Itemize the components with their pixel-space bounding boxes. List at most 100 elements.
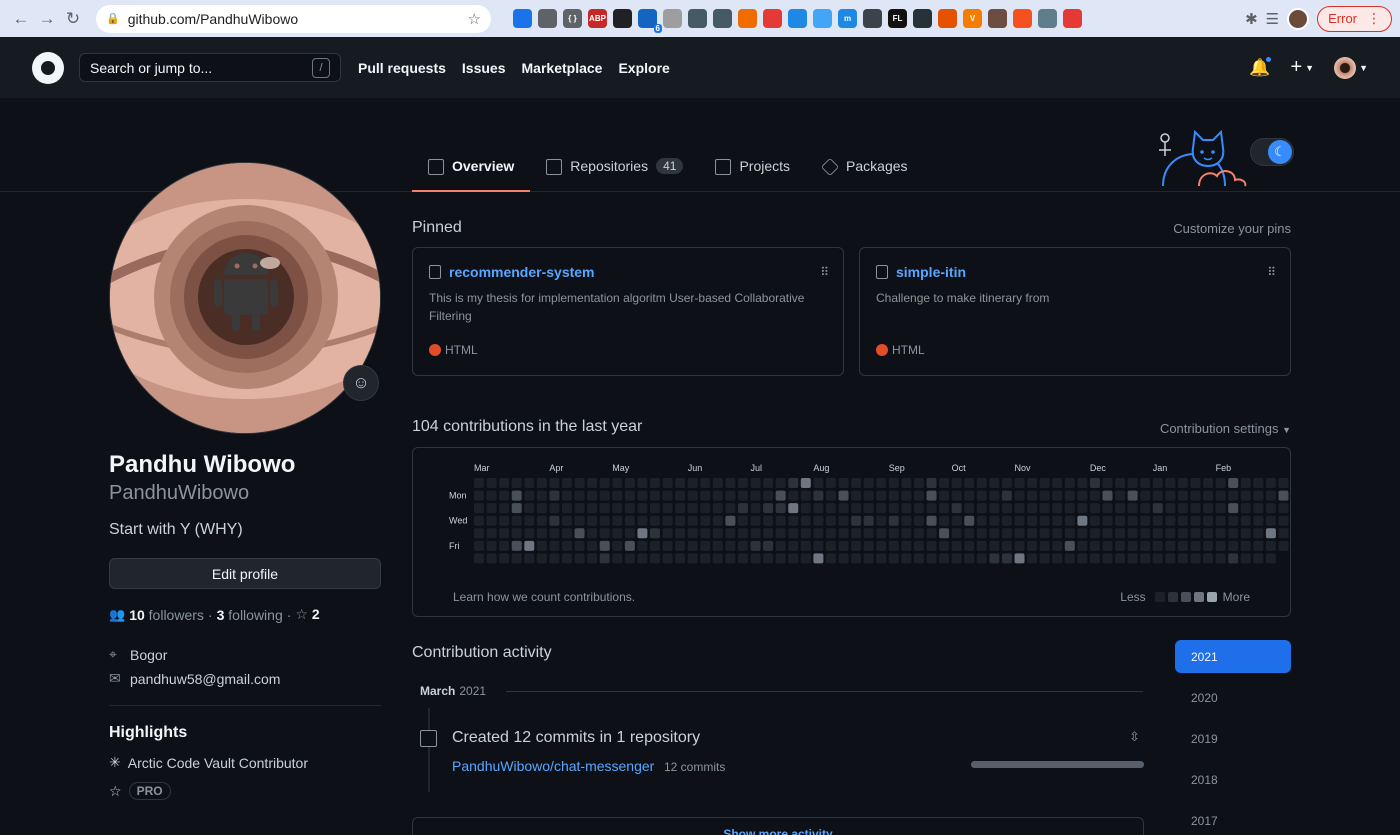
contribution-day[interactable]	[775, 528, 786, 539]
reading-list-icon[interactable]: ☰	[1266, 10, 1279, 28]
contribution-day[interactable]	[863, 503, 874, 514]
contribution-day[interactable]	[1265, 490, 1276, 501]
contribution-day[interactable]	[1228, 515, 1239, 526]
contribution-day[interactable]	[1127, 515, 1138, 526]
forward-icon[interactable]: →	[34, 6, 60, 32]
crop-extension-icon[interactable]	[688, 9, 707, 28]
contribution-day[interactable]	[964, 515, 975, 526]
contribution-day[interactable]	[549, 515, 560, 526]
contribution-day[interactable]	[637, 528, 648, 539]
contribution-day[interactable]	[1203, 490, 1214, 501]
contribution-day[interactable]	[788, 528, 799, 539]
contribution-day[interactable]	[561, 540, 572, 551]
contribution-day[interactable]	[624, 490, 635, 501]
contribution-day[interactable]	[1115, 528, 1126, 539]
contribution-day[interactable]	[1215, 528, 1226, 539]
contribution-day[interactable]	[901, 490, 912, 501]
contribution-day[interactable]	[800, 490, 811, 501]
contribution-day[interactable]	[737, 553, 748, 564]
contribution-day[interactable]	[687, 478, 698, 488]
contribution-day[interactable]	[775, 478, 786, 488]
contribution-day[interactable]	[1039, 490, 1050, 501]
contribution-day[interactable]	[1039, 540, 1050, 551]
video-extension-icon[interactable]	[1063, 9, 1082, 28]
year-2018[interactable]: 2018	[1175, 763, 1291, 796]
contribution-day[interactable]	[561, 478, 572, 488]
contribution-day[interactable]	[1228, 490, 1239, 501]
contribution-day[interactable]	[1052, 515, 1063, 526]
contribution-day[interactable]	[574, 528, 585, 539]
header-nav-issues[interactable]: Issues	[462, 60, 506, 76]
contribution-day[interactable]	[1215, 515, 1226, 526]
contribution-day[interactable]	[624, 528, 635, 539]
contribution-day[interactable]	[1152, 478, 1163, 488]
contribution-day[interactable]	[750, 503, 761, 514]
contribution-day[interactable]	[1127, 553, 1138, 564]
contribution-day[interactable]	[587, 528, 598, 539]
contribution-day[interactable]	[1253, 478, 1264, 488]
contribution-day[interactable]	[725, 490, 736, 501]
contribution-day[interactable]	[1265, 553, 1276, 564]
contribution-day[interactable]	[838, 528, 849, 539]
circle-extension-icon[interactable]	[613, 9, 632, 28]
contribution-day[interactable]	[989, 503, 1000, 514]
contribution-day[interactable]	[725, 528, 736, 539]
contribution-day[interactable]	[1014, 540, 1025, 551]
contribution-day[interactable]	[700, 478, 711, 488]
dots-extension-icon[interactable]	[913, 9, 932, 28]
contribution-day[interactable]	[599, 515, 610, 526]
github-logo-icon[interactable]	[32, 51, 64, 84]
contribution-day[interactable]	[1115, 503, 1126, 514]
contribution-day[interactable]	[876, 540, 887, 551]
contribution-day[interactable]	[1253, 490, 1264, 501]
contribution-day[interactable]	[474, 540, 484, 551]
contribution-day[interactable]	[549, 490, 560, 501]
contribution-day[interactable]	[939, 490, 950, 501]
contribution-day[interactable]	[1165, 528, 1176, 539]
contribution-day[interactable]	[474, 528, 484, 539]
contribution-day[interactable]	[561, 515, 572, 526]
orange-extension-icon[interactable]	[1013, 9, 1032, 28]
contribution-day[interactable]	[964, 540, 975, 551]
contribution-day[interactable]	[712, 540, 723, 551]
contribution-day[interactable]	[1089, 528, 1100, 539]
contribution-day[interactable]	[800, 503, 811, 514]
contribution-day[interactable]	[549, 553, 560, 564]
contribution-day[interactable]	[1052, 503, 1063, 514]
contribution-day[interactable]	[687, 515, 698, 526]
contribution-day[interactable]	[1077, 490, 1088, 501]
contribution-day[interactable]	[1077, 553, 1088, 564]
contribution-day[interactable]	[1253, 515, 1264, 526]
contribution-day[interactable]	[1215, 490, 1226, 501]
contribution-day[interactable]	[964, 478, 975, 488]
contribution-day[interactable]	[675, 503, 686, 514]
contribution-day[interactable]	[1001, 515, 1012, 526]
customize-pins-link[interactable]: Customize your pins	[1173, 221, 1291, 236]
contribution-day[interactable]	[1014, 503, 1025, 514]
contribution-day[interactable]	[599, 553, 610, 564]
contribution-day[interactable]	[775, 503, 786, 514]
contribution-day[interactable]	[1215, 540, 1226, 551]
contribution-day[interactable]	[989, 528, 1000, 539]
contribution-day[interactable]	[1265, 540, 1276, 551]
contribution-day[interactable]	[1102, 490, 1113, 501]
contribution-day[interactable]	[675, 540, 686, 551]
contribution-day[interactable]	[725, 553, 736, 564]
contribution-day[interactable]	[1253, 528, 1264, 539]
contribution-day[interactable]	[624, 478, 635, 488]
contribution-day[interactable]	[813, 478, 824, 488]
contribution-day[interactable]	[612, 540, 623, 551]
contribution-day[interactable]	[499, 490, 510, 501]
contribution-day[interactable]	[675, 490, 686, 501]
v-extension-icon[interactable]: V	[963, 9, 982, 28]
user-menu[interactable]: ▼	[1334, 56, 1368, 79]
contribution-day[interactable]	[775, 553, 786, 564]
contribution-day[interactable]	[1102, 515, 1113, 526]
contribution-day[interactable]	[1077, 503, 1088, 514]
contribution-day[interactable]	[813, 553, 824, 564]
contribution-day[interactable]	[1228, 540, 1239, 551]
contribution-day[interactable]	[1203, 540, 1214, 551]
contribution-day[interactable]	[1140, 553, 1151, 564]
contribution-day[interactable]	[951, 553, 962, 564]
contribution-day[interactable]	[612, 528, 623, 539]
